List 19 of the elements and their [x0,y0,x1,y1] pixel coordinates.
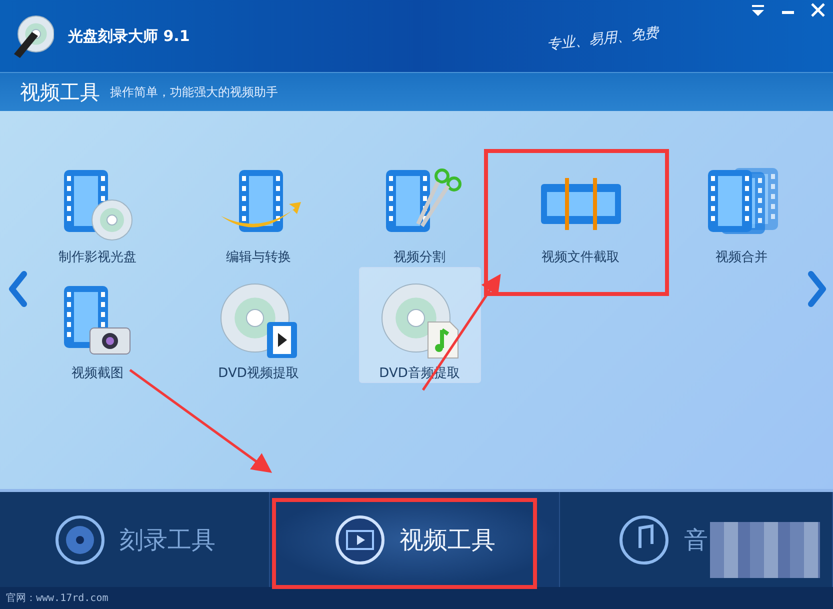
section-subtitle: 操作简单，功能强大的视频助手 [110,84,278,100]
tool-button[interactable]: 制作影视光盘 [36,151,158,267]
tool-button[interactable]: 视频合并 [680,151,802,267]
close-icon[interactable] [809,2,827,18]
film-icon [334,514,386,566]
tool-button[interactable]: DVD视频提取 [198,267,320,383]
tool-button[interactable]: 视频分割 [358,151,480,267]
tool-button[interactable]: 视频截图 [36,267,158,383]
bottom-tab[interactable]: 音 [560,492,833,587]
app-title: 光盘刻录大师 9.1 [68,26,190,46]
tool-button[interactable]: 编辑与转换 [198,151,320,267]
disc-icon [54,514,106,566]
menu-icon[interactable] [749,2,767,18]
section-title: 视频工具 [20,78,100,106]
slogan-text: 专业、易用、免费 [546,24,660,54]
tool-button[interactable]: 视频文件截取 [520,151,642,267]
website-text: 官网：www.17rd.com [6,592,108,605]
music-note-icon [618,514,670,566]
bottom-tab[interactable]: 视频工具 [270,492,560,587]
